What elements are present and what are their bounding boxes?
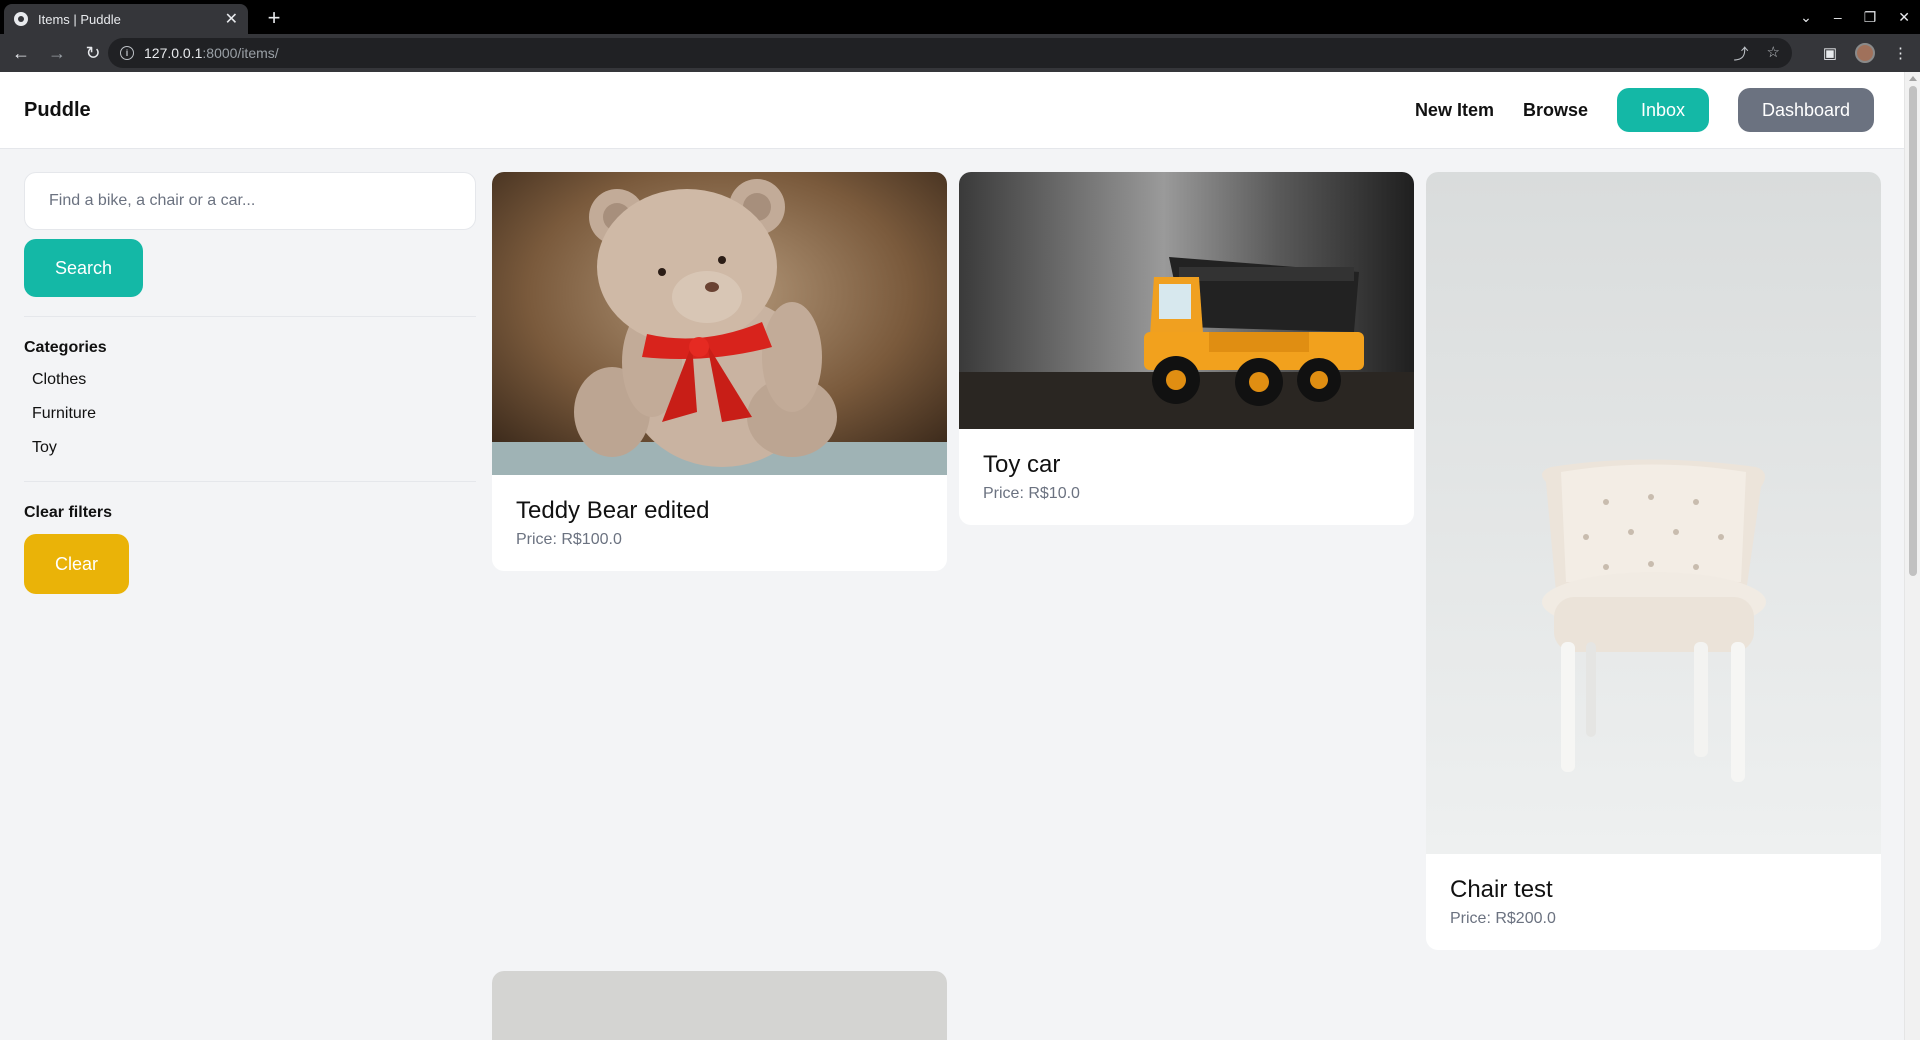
profile-avatar[interactable] xyxy=(1855,43,1875,63)
item-title: Teddy Bear edited xyxy=(516,497,710,524)
restore-icon[interactable]: ❐ xyxy=(1864,9,1877,26)
menu-dots-icon[interactable]: ⋮ xyxy=(1893,44,1908,62)
item-info: Chair test Price: R$200.0 xyxy=(1426,854,1881,950)
info-icon[interactable]: i xyxy=(120,46,134,60)
item-price: Price: R$200.0 xyxy=(1450,910,1556,927)
bookmark-star-icon[interactable]: ☆ xyxy=(1767,43,1780,64)
item-price: Price: R$100.0 xyxy=(516,531,622,548)
item-price: Price: R$10.0 xyxy=(983,485,1080,502)
item-card[interactable] xyxy=(492,971,947,1040)
globe-icon xyxy=(14,12,28,26)
back-icon[interactable]: ← xyxy=(6,38,36,68)
close-window-icon[interactable]: ✕ xyxy=(1898,9,1910,26)
top-navigation: Puddle New Item Browse Inbox Dashboard xyxy=(0,72,1904,149)
url-host: 127.0.0.1 xyxy=(144,45,203,61)
side-panel-icon[interactable]: ▣ xyxy=(1823,44,1837,62)
main-content: Search Categories Clothes Furniture Toy … xyxy=(24,172,1881,1040)
address-bar[interactable]: i 127.0.0.1:8000/items/ ⤴ ☆ xyxy=(108,38,1792,68)
new-tab-button[interactable]: + xyxy=(260,4,288,32)
item-title: Toy car xyxy=(983,451,1061,478)
item-card[interactable]: Toy car Price: R$10.0 xyxy=(959,172,1414,525)
forward-icon[interactable]: → xyxy=(42,38,72,68)
brand-logo[interactable]: Puddle xyxy=(24,99,91,122)
white-chair-photo xyxy=(1426,172,1881,854)
browser-tab[interactable]: Items | Puddle ✕ xyxy=(4,4,248,34)
close-icon[interactable]: ✕ xyxy=(225,9,238,29)
divider xyxy=(24,481,476,482)
page-scrollbar[interactable] xyxy=(1904,72,1920,1040)
item-photo xyxy=(492,971,947,1040)
browse-link[interactable]: Browse xyxy=(1523,100,1588,121)
items-grid: Teddy Bear edited Price: R$100.0 Toy car… xyxy=(492,172,1881,1040)
window-controls: ⌄ – ❐ ✕ xyxy=(1800,0,1910,34)
scroll-up-icon[interactable] xyxy=(1909,76,1917,81)
inbox-button[interactable]: Inbox xyxy=(1617,88,1709,132)
url-path: :8000/items/ xyxy=(202,45,279,61)
categories-title: Categories xyxy=(24,339,107,356)
category-list: Clothes Furniture Toy xyxy=(24,363,476,465)
browser-toolbar: ← → ↻ i 127.0.0.1:8000/items/ ⤴ ☆ ▣ ⋮ xyxy=(0,34,1920,72)
clear-filters-title: Clear filters xyxy=(24,504,113,521)
category-item[interactable]: Furniture xyxy=(24,397,476,431)
scrollbar-thumb[interactable] xyxy=(1909,86,1917,576)
browser-tab-strip: Items | Puddle ✕ + ⌄ – ❐ ✕ xyxy=(0,0,1920,34)
teddy-bear-photo xyxy=(492,172,947,475)
category-item[interactable]: Clothes xyxy=(24,363,476,397)
category-item[interactable]: Toy xyxy=(24,431,476,465)
tab-title: Items | Puddle xyxy=(38,11,121,27)
minimize-icon[interactable]: – xyxy=(1834,9,1842,25)
item-title: Chair test xyxy=(1450,876,1553,903)
chevron-down-icon[interactable]: ⌄ xyxy=(1800,9,1812,26)
share-icon[interactable]: ⤴ xyxy=(1734,43,1749,64)
page: Puddle New Item Browse Inbox Dashboard S… xyxy=(0,72,1904,1040)
item-card[interactable]: Chair test Price: R$200.0 xyxy=(1426,172,1881,950)
divider xyxy=(24,316,476,317)
toy-truck-photo xyxy=(959,172,1414,429)
dashboard-button[interactable]: Dashboard xyxy=(1738,88,1874,132)
item-card[interactable]: Teddy Bear edited Price: R$100.0 xyxy=(492,172,947,571)
new-item-link[interactable]: New Item xyxy=(1415,100,1494,121)
item-info: Toy car Price: R$10.0 xyxy=(959,429,1414,525)
reload-icon[interactable]: ↻ xyxy=(78,38,108,68)
filter-sidebar: Search Categories Clothes Furniture Toy … xyxy=(24,172,476,594)
item-info: Teddy Bear edited Price: R$100.0 xyxy=(492,475,947,571)
clear-button[interactable]: Clear xyxy=(24,534,129,594)
search-input[interactable] xyxy=(24,172,476,230)
search-button[interactable]: Search xyxy=(24,239,143,297)
